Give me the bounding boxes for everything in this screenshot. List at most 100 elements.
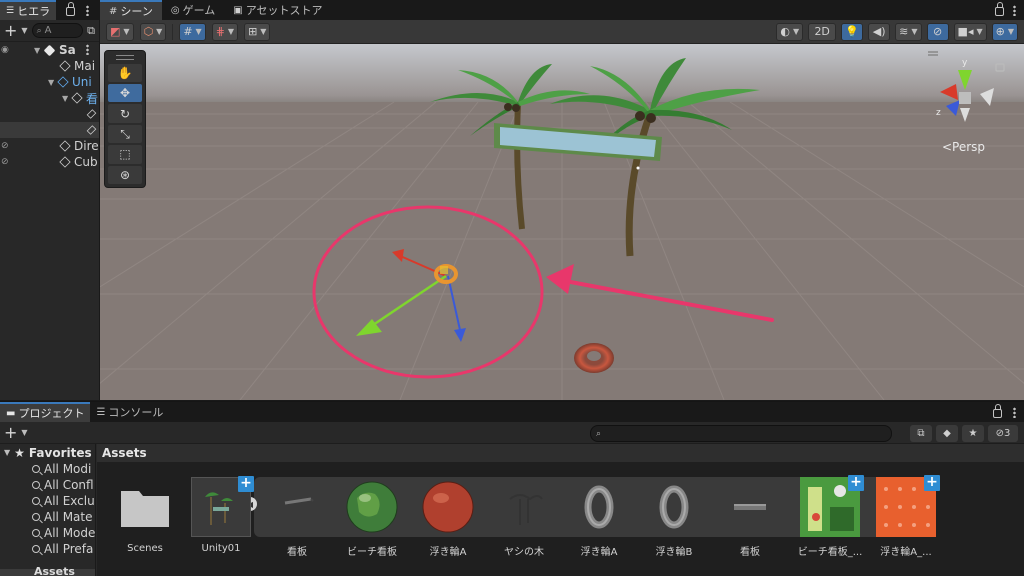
audio-toggle-button[interactable]: ◀) <box>868 22 891 41</box>
effects-button[interactable]: ≋ ▼ <box>895 22 922 41</box>
kebab-menu-icon[interactable] <box>86 44 89 55</box>
favorite-item[interactable]: All Exclu <box>0 493 95 509</box>
gizmos-button[interactable]: ⊕ ▼ <box>991 22 1018 41</box>
neg-x-axis-cone[interactable] <box>980 88 994 106</box>
kebab-menu-icon[interactable] <box>86 5 89 16</box>
draw-mode-button[interactable]: ◩ ▼ <box>106 22 134 41</box>
z-axis-cone[interactable] <box>946 100 960 116</box>
hierarchy-row-child2[interactable] <box>0 122 99 138</box>
folder-icon <box>115 477 175 537</box>
swim-ring[interactable] <box>574 343 614 373</box>
asset-item[interactable]: 看板 <box>714 477 786 558</box>
hierarchy-row-label: Dire <box>74 139 99 153</box>
increment-snap-button[interactable]: ⊞ ▼ <box>244 22 271 41</box>
tab-scene-label: シーン <box>120 5 153 18</box>
lock-icon[interactable] <box>993 404 1002 418</box>
x-axis-cone[interactable] <box>940 84 958 100</box>
asset-item[interactable]: Scenes <box>109 477 181 554</box>
gizmo-center-cube[interactable] <box>959 92 971 104</box>
tab-game[interactable]: ◎ ゲーム <box>162 0 224 20</box>
hierarchy-row-child1[interactable] <box>0 106 99 122</box>
add-icon[interactable]: + <box>924 475 940 491</box>
add-icon[interactable]: + <box>238 476 254 492</box>
asset-item[interactable]: ヤシの木 <box>488 477 560 558</box>
tab-console[interactable]: ☰ コンソール <box>90 402 169 422</box>
chevron-down-icon[interactable]: ▼ <box>21 26 27 35</box>
gizmo-lock-icon[interactable] <box>995 63 1005 72</box>
asset-item[interactable]: 浮き輪A <box>563 477 635 558</box>
palette-grip[interactable] <box>108 54 142 62</box>
hierarchy-row-cube[interactable]: ⊘ Cub <box>0 154 99 170</box>
asset-item[interactable]: + Unity01 <box>185 476 257 554</box>
asset-item[interactable]: + 浮き輪A_... <box>870 475 942 558</box>
expand-arrow-icon[interactable]: ▼ <box>34 46 44 55</box>
persp-label[interactable]: <Persp <box>942 140 985 154</box>
hierarchy-row-label: Mai <box>74 59 96 73</box>
expand-arrow-icon[interactable]: ▼ <box>4 448 10 457</box>
neg-y-axis-cone[interactable] <box>960 108 970 122</box>
hidden-packages-button[interactable]: ⊘ 3 <box>988 425 1018 442</box>
rotate-tool-button[interactable]: ↻ <box>108 104 142 123</box>
assets-root-row[interactable]: Assets <box>0 565 95 576</box>
scale-tool-button[interactable]: ⤡ <box>108 124 142 144</box>
hierarchy-row-camera[interactable]: Mai <box>0 58 99 74</box>
hierarchy-row-unity01[interactable]: ▼ Uni <box>0 74 99 90</box>
tab-asset-store[interactable]: ▣ アセットストア <box>224 0 331 20</box>
favorite-item[interactable]: All Mate <box>0 509 95 525</box>
asset-item[interactable]: 浮き輪B <box>638 477 710 558</box>
lighting-toggle-button[interactable]: 💡 <box>841 22 864 41</box>
grid-snap-button[interactable]: # ▼ <box>179 22 206 41</box>
hierarchy-search-input[interactable]: ⌕ A <box>31 23 84 38</box>
hierarchy-row-scene[interactable]: ◉ ▼ Sa <box>0 42 99 58</box>
camera-button[interactable]: ■◂ ▼ <box>953 22 987 41</box>
favorite-item[interactable]: All Confl <box>0 477 95 493</box>
asset-item[interactable]: 浮き輪A <box>412 477 484 558</box>
rect-tool-button[interactable]: ⬚ <box>108 145 142 164</box>
move-tool-button[interactable]: ✥ <box>108 84 142 103</box>
filter-icon: ⧉ <box>917 428 925 439</box>
search-by-type-icon[interactable]: ⧉ <box>87 24 95 38</box>
lock-icon[interactable] <box>66 2 75 16</box>
chevron-down-icon[interactable]: ▼ <box>21 428 27 437</box>
render-mode-button[interactable]: ⬡ ▼ <box>139 22 167 41</box>
visibility-icon[interactable]: ◉ <box>1 45 9 55</box>
assets-breadcrumb[interactable]: Assets <box>97 444 1024 462</box>
kebab-menu-icon[interactable] <box>1013 407 1016 418</box>
hierarchy-row-sign[interactable]: ▼ 看 <box>0 90 99 106</box>
search-icon <box>32 465 40 473</box>
asset-item[interactable]: 看板 <box>261 477 333 558</box>
grid-visibility-button[interactable]: ⋕ ▼ <box>211 22 239 41</box>
tab-scene[interactable]: # シーン <box>100 0 162 20</box>
tab-project[interactable]: ▬ プロジェクト <box>0 402 91 422</box>
transform-tool-button[interactable]: ⊛ <box>108 165 142 184</box>
search-by-label-button[interactable]: ◆ <box>936 425 958 442</box>
visibility-hidden-icon[interactable]: ⊘ <box>1 157 9 167</box>
asset-item[interactable]: + ビーチ看板_... <box>794 475 866 558</box>
lock-icon[interactable] <box>995 2 1004 16</box>
favorite-item[interactable]: All Prefa <box>0 541 95 557</box>
asset-label: ヤシの木 <box>504 547 544 558</box>
project-toolbar-icons: ⧉ ◆ ★ ⊘ 3 <box>910 425 1018 442</box>
create-icon[interactable]: + <box>4 424 17 441</box>
toggle-2d-button[interactable]: 2D <box>808 22 837 41</box>
asset-item[interactable]: ビーチ看板 <box>336 477 408 558</box>
hierarchy-row-light[interactable]: ⊘ Dire <box>0 138 99 154</box>
project-search-input[interactable]: ⌕ <box>590 425 892 442</box>
favorites-header[interactable]: ▼ ★ Favorites <box>0 444 95 461</box>
add-icon[interactable]: + <box>4 22 17 39</box>
y-axis-cone[interactable] <box>958 70 972 90</box>
add-icon[interactable]: + <box>848 475 864 491</box>
shading-mode-button[interactable]: ◐ ▼ <box>776 22 804 41</box>
tab-hierarchy[interactable]: ☰ ヒエラ <box>0 0 57 20</box>
favorites-button[interactable]: ★ <box>962 425 984 442</box>
search-by-type-button[interactable]: ⧉ <box>910 425 932 442</box>
favorite-item[interactable]: All Modi <box>0 461 95 477</box>
kebab-menu-icon[interactable] <box>1013 5 1016 16</box>
favorite-item[interactable]: All Mode <box>0 525 95 541</box>
hidden-objects-button[interactable]: ⊘ <box>926 22 949 41</box>
grid-visibility-icon: ⋕ <box>215 25 225 38</box>
hand-tool-button[interactable]: ✋ <box>108 63 142 83</box>
gizmo-z-label: z <box>936 108 941 118</box>
visibility-hidden-icon[interactable]: ⊘ <box>1 141 9 151</box>
scene-viewport[interactable] <box>100 44 1024 400</box>
